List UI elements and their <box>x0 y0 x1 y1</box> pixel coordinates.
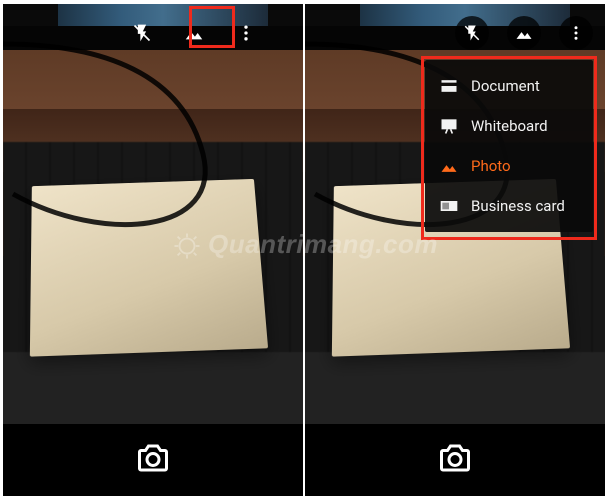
flash-toggle-button[interactable] <box>125 16 159 50</box>
overflow-button[interactable] <box>559 16 593 50</box>
more-vert-icon <box>236 23 256 43</box>
menu-item-document[interactable]: Document <box>425 66 593 106</box>
image-mode-icon <box>439 156 459 176</box>
capture-bar <box>305 424 605 496</box>
menu-item-business-card[interactable]: Business card <box>425 186 593 226</box>
flash-toggle-button[interactable] <box>455 16 489 50</box>
top-toolbar <box>455 16 593 50</box>
mode-button[interactable] <box>507 16 541 50</box>
camera-pane-left <box>3 4 303 496</box>
shutter-button[interactable] <box>135 440 171 480</box>
menu-item-label: Photo <box>471 157 511 175</box>
menu-item-label: Whiteboard <box>471 117 548 135</box>
screenshot-pair: Document Whiteboard Photo Business card <box>3 4 607 496</box>
image-mode-icon <box>514 23 534 43</box>
menu-item-label: Business card <box>471 197 565 215</box>
camera-icon <box>437 440 473 476</box>
shutter-button[interactable] <box>437 440 473 480</box>
camera-pane-right: Document Whiteboard Photo Business card <box>305 4 605 496</box>
overflow-button[interactable] <box>229 16 263 50</box>
business-card-icon <box>439 196 459 216</box>
top-toolbar <box>125 16 263 50</box>
flash-off-icon <box>463 24 481 42</box>
menu-item-label: Document <box>471 77 540 95</box>
menu-item-photo[interactable]: Photo <box>425 146 593 186</box>
image-mode-icon <box>183 22 205 44</box>
document-icon <box>439 76 459 96</box>
capture-bar <box>3 424 303 496</box>
menu-item-whiteboard[interactable]: Whiteboard <box>425 106 593 146</box>
camera-viewfinder <box>3 4 303 424</box>
flash-off-icon <box>132 23 152 43</box>
camera-icon <box>135 440 171 476</box>
whiteboard-icon <box>439 116 459 136</box>
mode-menu: Document Whiteboard Photo Business card <box>425 60 593 232</box>
more-vert-icon <box>567 24 585 42</box>
mode-button[interactable] <box>177 16 211 50</box>
scene-paper <box>30 179 268 357</box>
